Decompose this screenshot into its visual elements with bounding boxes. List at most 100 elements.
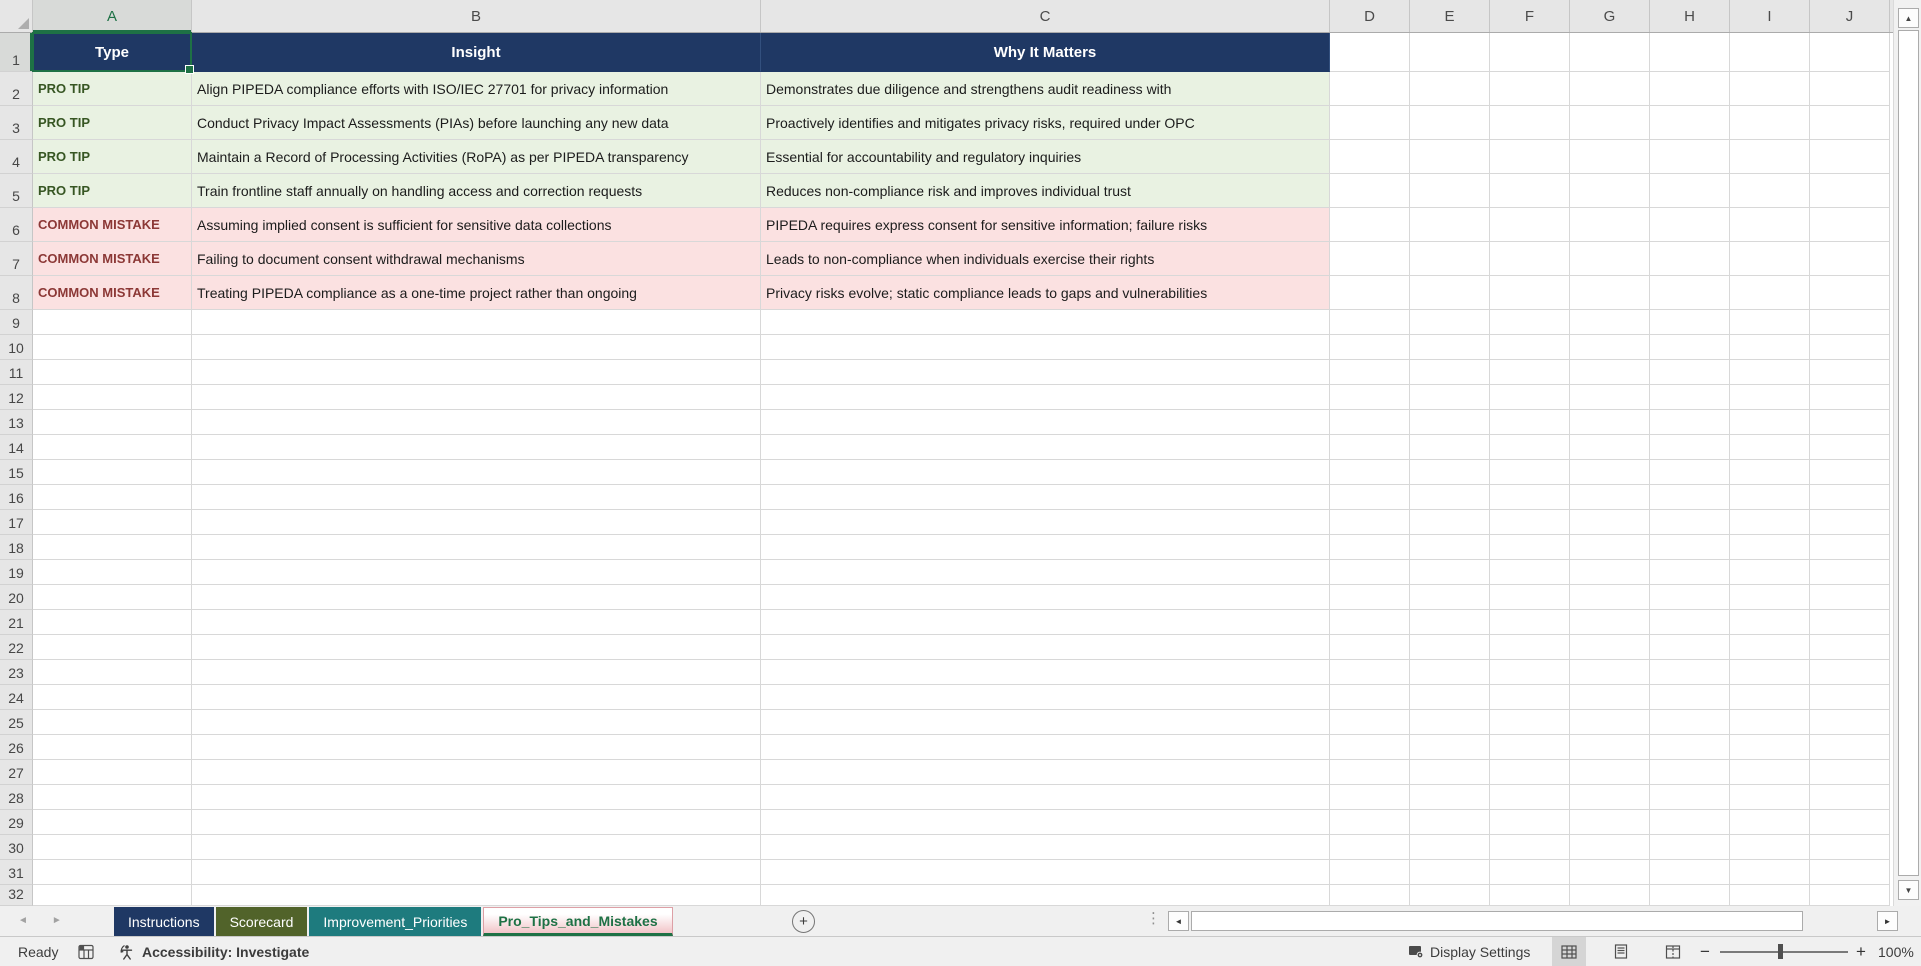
cell-B22[interactable] [192, 635, 761, 660]
cell-B25[interactable] [192, 710, 761, 735]
cell-C16[interactable] [761, 485, 1330, 510]
column-header-C[interactable]: C [761, 0, 1330, 32]
cell-B5[interactable]: Train frontline staff annually on handli… [192, 174, 761, 208]
cell-D16[interactable] [1330, 485, 1410, 510]
scroll-up-button[interactable]: ▲ [1898, 8, 1919, 28]
cell-A2[interactable]: PRO TIP [33, 72, 192, 106]
cell-C3[interactable]: Proactively identifies and mitigates pri… [761, 106, 1330, 140]
column-header-D[interactable]: D [1330, 0, 1410, 32]
cell-D21[interactable] [1330, 610, 1410, 635]
cell-J23[interactable] [1810, 660, 1890, 685]
cell-F21[interactable] [1490, 610, 1570, 635]
cell-J15[interactable] [1810, 460, 1890, 485]
cell-D8[interactable] [1330, 276, 1410, 310]
cell-F17[interactable] [1490, 510, 1570, 535]
cell-F8[interactable] [1490, 276, 1570, 310]
cell-G27[interactable] [1570, 760, 1650, 785]
cell-A24[interactable] [33, 685, 192, 710]
row-header-30[interactable]: 30 [0, 835, 33, 860]
cell-I15[interactable] [1730, 460, 1810, 485]
column-header-G[interactable]: G [1570, 0, 1650, 32]
cell-F18[interactable] [1490, 535, 1570, 560]
cell-F24[interactable] [1490, 685, 1570, 710]
select-all-button[interactable] [0, 0, 33, 32]
cell-E28[interactable] [1410, 785, 1490, 810]
cell-E8[interactable] [1410, 276, 1490, 310]
cell-C15[interactable] [761, 460, 1330, 485]
cell-I24[interactable] [1730, 685, 1810, 710]
cell-J2[interactable] [1810, 72, 1890, 106]
cell-D14[interactable] [1330, 435, 1410, 460]
row-header-2[interactable]: 2 [0, 72, 33, 106]
column-header-E[interactable]: E [1410, 0, 1490, 32]
cell-G30[interactable] [1570, 835, 1650, 860]
row-header-25[interactable]: 25 [0, 710, 33, 735]
cell-G17[interactable] [1570, 510, 1650, 535]
cell-J1[interactable] [1810, 33, 1890, 72]
cell-H12[interactable] [1650, 385, 1730, 410]
row-header-9[interactable]: 9 [0, 310, 33, 335]
cell-I22[interactable] [1730, 635, 1810, 660]
row-header-15[interactable]: 15 [0, 460, 33, 485]
cell-H10[interactable] [1650, 335, 1730, 360]
cell-F4[interactable] [1490, 140, 1570, 174]
cell-I30[interactable] [1730, 835, 1810, 860]
row-header-28[interactable]: 28 [0, 785, 33, 810]
cell-B9[interactable] [192, 310, 761, 335]
cell-F1[interactable] [1490, 33, 1570, 72]
cell-C17[interactable] [761, 510, 1330, 535]
cell-B11[interactable] [192, 360, 761, 385]
cell-J7[interactable] [1810, 242, 1890, 276]
cell-B32[interactable] [192, 885, 761, 906]
cell-H5[interactable] [1650, 174, 1730, 208]
cell-F20[interactable] [1490, 585, 1570, 610]
cell-I5[interactable] [1730, 174, 1810, 208]
cell-F9[interactable] [1490, 310, 1570, 335]
row-header-8[interactable]: 8 [0, 276, 33, 310]
cell-F16[interactable] [1490, 485, 1570, 510]
cell-B24[interactable] [192, 685, 761, 710]
cell-I11[interactable] [1730, 360, 1810, 385]
cell-F7[interactable] [1490, 242, 1570, 276]
cell-C13[interactable] [761, 410, 1330, 435]
cell-H29[interactable] [1650, 810, 1730, 835]
cell-E16[interactable] [1410, 485, 1490, 510]
cell-A8[interactable]: COMMON MISTAKE [33, 276, 192, 310]
cell-G25[interactable] [1570, 710, 1650, 735]
row-header-32[interactable]: 32 [0, 885, 33, 906]
cell-F14[interactable] [1490, 435, 1570, 460]
cell-D27[interactable] [1330, 760, 1410, 785]
cell-C8[interactable]: Privacy risks evolve; static compliance … [761, 276, 1330, 310]
cell-B21[interactable] [192, 610, 761, 635]
cell-C23[interactable] [761, 660, 1330, 685]
cell-I6[interactable] [1730, 208, 1810, 242]
cell-C20[interactable] [761, 585, 1330, 610]
cell-F19[interactable] [1490, 560, 1570, 585]
cell-E3[interactable] [1410, 106, 1490, 140]
cell-B4[interactable]: Maintain a Record of Processing Activiti… [192, 140, 761, 174]
cell-H11[interactable] [1650, 360, 1730, 385]
cell-A27[interactable] [33, 760, 192, 785]
row-header-13[interactable]: 13 [0, 410, 33, 435]
cell-D15[interactable] [1330, 460, 1410, 485]
cell-G29[interactable] [1570, 810, 1650, 835]
cell-B3[interactable]: Conduct Privacy Impact Assessments (PIAs… [192, 106, 761, 140]
cell-H25[interactable] [1650, 710, 1730, 735]
cell-E4[interactable] [1410, 140, 1490, 174]
cell-E30[interactable] [1410, 835, 1490, 860]
cell-E25[interactable] [1410, 710, 1490, 735]
page-break-preview-button[interactable] [1656, 937, 1690, 966]
cell-C32[interactable] [761, 885, 1330, 906]
cell-I19[interactable] [1730, 560, 1810, 585]
cell-G22[interactable] [1570, 635, 1650, 660]
cell-J16[interactable] [1810, 485, 1890, 510]
normal-view-button[interactable] [1552, 937, 1586, 966]
cell-I9[interactable] [1730, 310, 1810, 335]
cell-I18[interactable] [1730, 535, 1810, 560]
row-header-29[interactable]: 29 [0, 810, 33, 835]
cell-H28[interactable] [1650, 785, 1730, 810]
row-header-5[interactable]: 5 [0, 174, 33, 208]
cell-F15[interactable] [1490, 460, 1570, 485]
cell-A26[interactable] [33, 735, 192, 760]
cell-C18[interactable] [761, 535, 1330, 560]
